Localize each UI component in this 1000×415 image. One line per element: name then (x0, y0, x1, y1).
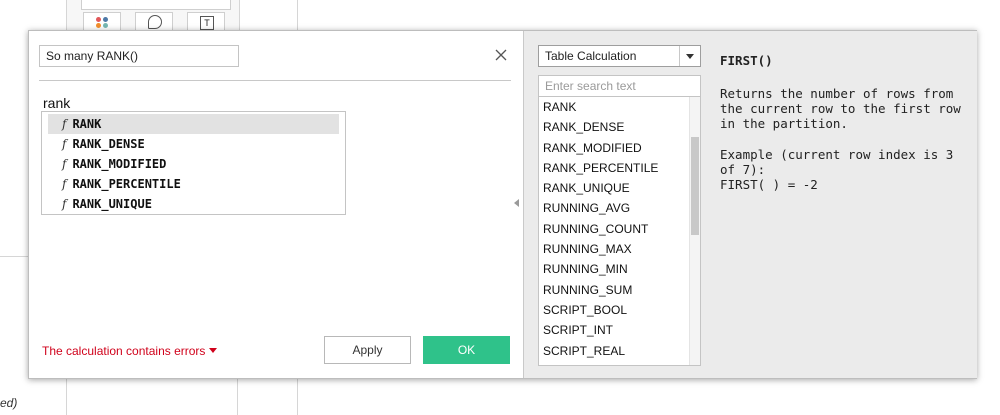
function-item[interactable]: SCRIPT_INT (539, 320, 700, 340)
background-divider (0, 256, 28, 257)
autocomplete-item-rank-unique[interactable]: f RANK_UNIQUE (48, 194, 339, 214)
color-dots-icon (96, 17, 110, 28)
separator (39, 80, 511, 81)
autocomplete-item-rank-modified[interactable]: f RANK_MODIFIED (48, 154, 339, 174)
select-divider (679, 46, 680, 66)
autocomplete-item-label: RANK_PERCENTILE (72, 177, 181, 191)
formula-pane: rank fRANK fRANK_DENSE fRANK_MODIFIED fR… (29, 31, 521, 378)
help-title: FIRST() (720, 53, 773, 68)
autocomplete-item-rank[interactable]: f RANK (48, 114, 339, 134)
function-icon: f (62, 197, 67, 211)
chevron-down-icon (686, 54, 694, 59)
error-text: The calculation contains errors (42, 344, 206, 358)
function-item[interactable]: SCRIPT_REAL (539, 341, 700, 361)
function-item[interactable]: RUNNING_COUNT (539, 219, 700, 239)
autocomplete-item-rank-percentile[interactable]: f RANK_PERCENTILE (48, 174, 339, 194)
scrollbar-thumb[interactable] (691, 137, 699, 235)
function-item[interactable]: RANK_UNIQUE (539, 178, 700, 198)
autocomplete-list: f RANK f RANK_DENSE f RANK_MODIFIED f RANK_P… (41, 111, 346, 215)
background-divider (297, 378, 298, 415)
formula-editor-text[interactable]: rank (43, 95, 70, 111)
background-fragment-text: ed) (0, 396, 18, 410)
autocomplete-item-rank-dense[interactable]: f RANK_DENSE (48, 134, 339, 154)
ok-button[interactable]: OK (423, 336, 510, 364)
function-icon: f (62, 177, 67, 191)
help-example-result: FIRST( ) = -2 (720, 177, 818, 192)
function-item[interactable]: RUNNING_MAX (539, 239, 700, 259)
help-example: Example (current row index is 3 of 7): (720, 147, 954, 177)
function-list: RANK RANK_DENSE RANK_MODIFIED RANK_PERCE… (538, 97, 701, 366)
calculation-editor-dialog: rank fRANK fRANK_DENSE fRANK_MODIFIED fR… (28, 30, 977, 379)
function-list-scrollbar[interactable] (689, 97, 700, 365)
function-item[interactable]: RUNNING_MIN (539, 259, 700, 279)
function-reference-pane: Table Calculation RANK RANK_DENSE RANK_M… (523, 31, 977, 378)
function-item[interactable]: RUNNING_AVG (539, 198, 700, 218)
lasso-icon (148, 15, 162, 29)
background-field (81, 0, 231, 10)
caret-down-icon (209, 348, 218, 353)
function-search-input[interactable] (538, 75, 701, 97)
background-divider (66, 378, 67, 415)
autocomplete-item-label: RANK_DENSE (72, 137, 145, 151)
close-icon[interactable] (494, 48, 508, 62)
help-description: Returns the number of rows from the curr… (720, 86, 961, 131)
autocomplete-item-label: RANK (72, 117, 102, 131)
function-item[interactable]: RANK_PERCENTILE (539, 158, 700, 178)
function-icon: f (62, 137, 67, 151)
function-item[interactable]: RANK (539, 97, 700, 117)
autocomplete-item-label: RANK_MODIFIED (72, 157, 167, 171)
function-category-select[interactable]: Table Calculation (538, 45, 701, 67)
function-item[interactable]: RANK_DENSE (539, 117, 700, 137)
collapse-panel-arrow-icon[interactable] (514, 199, 519, 207)
function-icon: f (62, 157, 67, 171)
background-toolbar-panel: T (66, 0, 240, 34)
function-item[interactable]: RANK_MODIFIED (539, 138, 700, 158)
apply-button[interactable]: Apply (324, 336, 411, 364)
background-divider (297, 0, 298, 30)
function-item[interactable]: SCRIPT_BOOL (539, 300, 700, 320)
background-divider (237, 378, 238, 415)
calculation-error-dropdown[interactable]: The calculation contains errors (42, 344, 218, 358)
selected-category: Table Calculation (545, 49, 637, 63)
autocomplete-item-label: RANK_UNIQUE (72, 197, 152, 211)
calculation-name-input[interactable] (39, 45, 239, 67)
text-t-icon: T (200, 16, 214, 30)
function-icon: f (62, 117, 67, 131)
function-item[interactable]: RUNNING_SUM (539, 280, 700, 300)
function-help-panel: FIRST() Returns the number of rows from … (720, 53, 970, 192)
